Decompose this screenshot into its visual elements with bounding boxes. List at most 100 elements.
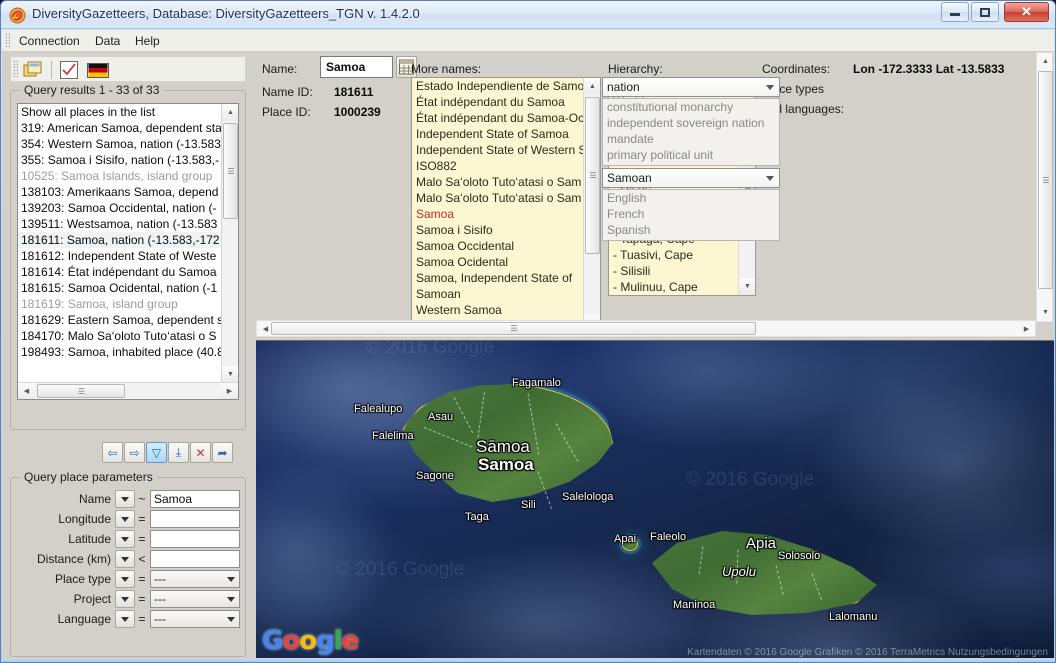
result-item[interactable]: 139511: Westsamoa, nation (-13.583 [18,216,238,232]
more-name-item[interactable]: État indépendant du Samoa [412,94,584,110]
more-name-item[interactable]: Samoa Ocidental [412,254,584,270]
param-value-name[interactable]: Samoa [150,490,240,508]
scroll-down-icon[interactable]: ▼ [1037,304,1054,321]
more-names-scrollbar[interactable]: ▲ ☰ ▼ [583,78,600,331]
param-operator-dropdown[interactable] [115,610,135,628]
show-on-map-button[interactable]: ➦ [212,442,233,463]
more-names-list[interactable]: Estado Independiente de SamoÉtat indépen… [411,77,601,332]
language-option[interactable]: Spanish [603,222,779,238]
place-type-option[interactable]: independent sovereign nation [603,115,779,131]
more-name-item[interactable]: Samoa [412,206,584,222]
place-type-combobox[interactable]: nation [602,77,780,97]
filter-button[interactable]: ▽ [146,442,167,463]
more-name-item[interactable]: Estado Independiente de Samo [412,78,584,94]
scroll-right-icon[interactable]: ▶ [1018,321,1035,337]
language-options-list[interactable]: EnglishFrenchSpanish [602,189,780,241]
param-operator-dropdown[interactable] [115,510,135,528]
hierarchy-child-item[interactable]: - Silisili [609,263,737,279]
more-name-item[interactable]: Samoa i Sisifo [412,222,584,238]
menu-item-help[interactable]: Help [128,32,167,50]
param-value-place-type[interactable]: --- [150,570,240,588]
more-name-item[interactable]: Western Samoa [412,302,584,318]
german-flag-icon[interactable] [87,63,109,78]
map-panel[interactable]: © 2016 Google © 2016 Google © 2016 Googl… [256,340,1054,663]
more-name-item[interactable]: État indépendant du Samoa-Oc [412,110,584,126]
hierarchy-child-item[interactable]: - Mulinuu, Cape [609,279,737,295]
detail-vscroll-thumb[interactable]: ☰ [1038,71,1053,289]
more-name-item[interactable]: ISO882 [412,158,584,174]
windows-tile-icon[interactable] [23,61,43,79]
param-value-latitude[interactable] [150,530,240,548]
menu-drag-grip[interactable] [5,33,10,49]
maximize-button[interactable] [971,2,999,22]
minimize-button[interactable] [941,2,969,22]
name-field[interactable]: Samoa [320,56,393,78]
param-operator-dropdown[interactable] [115,550,135,568]
hierarchy-child-item[interactable]: - Tuasivi, Cape [609,247,737,263]
result-item[interactable]: 181619: Samoa, island group [18,296,238,312]
toolbar-drag-grip[interactable] [13,60,18,78]
more-name-item[interactable]: Samoan [412,286,584,302]
checkbox-checked-icon[interactable] [60,61,78,79]
result-item[interactable]: 198493: Samoa, inhabited place (40.8 [18,344,238,360]
result-item[interactable]: 139203: Samoa Occidental, nation (- [18,200,238,216]
results-horizontal-scrollbar[interactable]: ◀ ☰ ▶ [18,382,238,399]
place-type-option[interactable]: primary political unit [603,147,779,163]
param-value-distance-km[interactable] [150,550,240,568]
previous-button[interactable]: ⇦ [102,442,123,463]
more-name-item[interactable]: Independent State of Samoa [412,126,584,142]
next-button[interactable]: ⇨ [124,442,145,463]
language-option[interactable]: English [603,190,779,206]
result-item[interactable]: 181629: Eastern Samoa, dependent s [18,312,238,328]
menu-item-data[interactable]: Data [88,32,127,50]
more-name-item[interactable]: Samoa Occidental [412,238,584,254]
detail-hscroll-thumb[interactable]: ☰ [271,322,756,335]
scroll-down-icon[interactable]: ▼ [739,278,756,295]
more-name-item[interactable]: Malo Sa‘oloto Tuto‘atasi o Sam [412,174,584,190]
language-combobox[interactable]: Samoan [602,168,780,188]
result-item[interactable]: 354: Western Samoa, nation (-13.583 [18,136,238,152]
satellite-map[interactable]: © 2016 Google © 2016 Google © 2016 Googl… [256,341,1054,663]
more-name-item[interactable]: Samoa, Independent State of [412,270,584,286]
place-type-option[interactable]: constitutional monarchy [603,99,779,115]
detail-horizontal-scrollbar[interactable]: ◀ ☰ ▶ [256,320,1036,337]
param-operator-dropdown[interactable] [115,530,135,548]
place-type-options-list[interactable]: constitutional monarchyindependent sover… [602,98,780,166]
scroll-up-icon[interactable]: ▲ [1037,53,1054,70]
scroll-left-icon[interactable]: ◀ [18,383,35,399]
param-value-longitude[interactable] [150,510,240,528]
scroll-up-icon[interactable]: ▲ [222,104,239,121]
scroll-down-icon[interactable]: ▼ [222,366,239,383]
result-item[interactable]: 181611: Samoa, nation (-13.583,-172 [18,232,238,248]
result-item[interactable]: Show all places in the list [18,104,238,120]
language-option[interactable]: French [603,206,779,222]
param-operator-dropdown[interactable] [115,590,135,608]
results-vertical-scrollbar[interactable]: ▲ ☰ ▼ [221,104,238,383]
more-names-vscroll-thumb[interactable]: ☰ [585,97,600,254]
result-item[interactable]: 10525: Samoa Islands, island group [18,168,238,184]
menu-item-connection[interactable]: Connection [12,32,87,50]
clear-filter-button[interactable]: ✕ [190,442,211,463]
more-name-item[interactable]: Independent State of Western S [412,142,584,158]
detail-vertical-scrollbar[interactable]: ▲ ☰ ▼ [1036,52,1053,322]
close-button[interactable]: ✕ [1004,2,1049,22]
place-type-option[interactable]: mandate [603,131,779,147]
query-results-list[interactable]: Show all places in the list319: American… [17,103,239,400]
param-value-project[interactable]: --- [150,590,240,608]
result-item[interactable]: 138103: Amerikaans Samoa, depend [18,184,238,200]
param-operator-dropdown[interactable] [115,490,135,508]
result-item[interactable]: 181612: Independent State of Weste [18,248,238,264]
result-item[interactable]: 181615: Samoa Ocidental, nation (-1 [18,280,238,296]
results-hscroll-thumb[interactable]: ☰ [37,384,125,398]
scroll-up-icon[interactable]: ▲ [584,78,601,95]
param-value-language[interactable]: --- [150,610,240,628]
result-item[interactable]: 181614: État indépendant du Samoa [18,264,238,280]
scroll-right-icon[interactable]: ▶ [221,383,238,399]
result-item[interactable]: 319: American Samoa, dependent sta [18,120,238,136]
result-item[interactable]: 184170: Malo Sa‘oloto Tuto‘atasi o S [18,328,238,344]
more-name-item[interactable]: Malo Sa‘oloto Tuto‘atasi o Sam [412,190,584,206]
result-item[interactable]: 355: Samoa i Sisifo, nation (-13.583,- [18,152,238,168]
add-filter-button[interactable]: ⤓ [168,442,189,463]
param-operator-dropdown[interactable] [115,570,135,588]
results-vscroll-thumb[interactable]: ☰ [223,123,238,219]
